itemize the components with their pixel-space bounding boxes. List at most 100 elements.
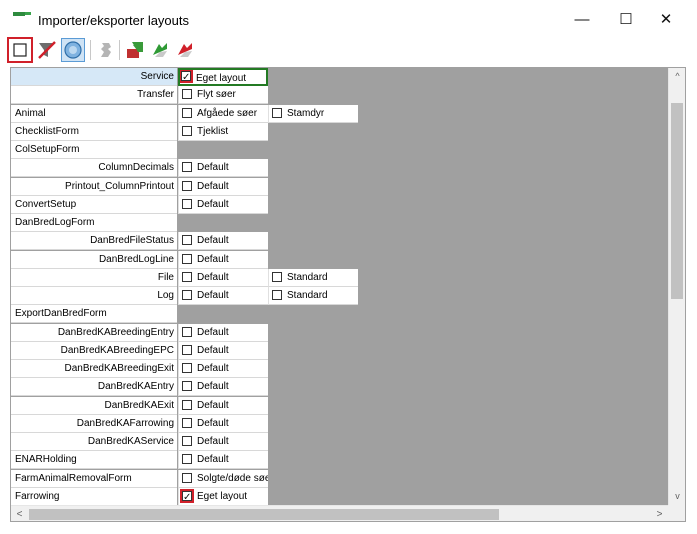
row-name-cell[interactable]: DanBredKAService — [11, 433, 177, 451]
row-name-cell[interactable]: File — [11, 269, 177, 287]
layout-option-cell[interactable]: Tjeklist — [178, 123, 268, 141]
table-row[interactable]: ChecklistForm Tjeklist — [11, 123, 668, 141]
checkbox[interactable] — [182, 400, 192, 410]
horizontal-scrollbar[interactable]: < > — [11, 505, 668, 521]
table-row[interactable]: DanBredKAExit Default — [11, 397, 668, 415]
row-name-cell[interactable]: ConvertSetup — [11, 196, 177, 214]
layout-option-cell[interactable]: Default — [178, 287, 268, 305]
horizontal-scroll-thumb[interactable] — [29, 509, 499, 520]
scroll-left-icon[interactable]: < — [11, 506, 28, 521]
checkbox[interactable] — [182, 199, 192, 209]
table-row[interactable]: Transfer Flyt søer — [11, 86, 668, 104]
table-row[interactable]: Log Default Standard — [11, 287, 668, 305]
scroll-up-icon[interactable]: ^ — [669, 68, 685, 85]
close-button[interactable]: ✕ — [646, 8, 686, 32]
checkbox[interactable] — [272, 290, 282, 300]
checkbox[interactable] — [182, 454, 192, 464]
table-row[interactable]: DanBredKABreedingExit Default — [11, 360, 668, 378]
scroll-right-icon[interactable]: > — [651, 506, 668, 521]
table-row[interactable]: ENARHolding Default — [11, 451, 668, 469]
row-name-cell[interactable]: ColSetupForm — [11, 141, 177, 159]
checkbox[interactable] — [182, 473, 192, 483]
layout-option-cell[interactable]: Default — [178, 269, 268, 287]
layout-option-cell[interactable]: Stamdyr — [268, 105, 358, 123]
checkbox[interactable] — [272, 272, 282, 282]
export-green-button[interactable] — [149, 39, 171, 61]
layout-option-cell[interactable]: Default — [178, 397, 268, 415]
layout-option-cell[interactable]: Default — [178, 451, 268, 469]
row-name-cell[interactable]: FarmAnimalRemovalForm — [11, 470, 177, 488]
row-name-cell[interactable]: DanBredFileStatus — [11, 232, 177, 250]
checkbox[interactable] — [182, 108, 192, 118]
table-row[interactable]: DanBredKAFarrowing Default — [11, 415, 668, 433]
checkbox[interactable] — [272, 108, 282, 118]
layout-option-cell[interactable]: Default — [178, 178, 268, 196]
clear-filter-button[interactable] — [36, 39, 58, 61]
row-name-cell[interactable]: DanBredKABreedingEPC — [11, 342, 177, 360]
table-row[interactable]: ExportDanBredForm — [11, 305, 668, 323]
vertical-scroll-thumb[interactable] — [671, 103, 683, 299]
layout-option-cell[interactable]: Default — [178, 196, 268, 214]
table-row[interactable]: DanBredKABreedingEPC Default — [11, 342, 668, 360]
row-name-cell[interactable]: Transfer — [11, 86, 177, 104]
checkbox[interactable] — [182, 272, 192, 282]
row-name-cell[interactable]: DanBredKAEntry — [11, 378, 177, 396]
table-row[interactable]: FarmAnimalRemovalForm Solgte/døde søer — [11, 470, 668, 488]
checkbox[interactable] — [182, 162, 192, 172]
table-row[interactable]: Farrowing Eget layout — [11, 488, 668, 506]
table-row[interactable]: Animal Afgåede søer Stamdyr — [11, 105, 668, 123]
table-row[interactable]: DanBredKABreedingEntry Default — [11, 324, 668, 342]
row-name-cell[interactable]: Printout_ColumnPrintout — [11, 178, 177, 196]
row-name-cell[interactable]: DanBredLogForm — [11, 214, 177, 232]
import-button[interactable] — [124, 39, 146, 61]
table-row[interactable]: ColumnDecimals Default — [11, 159, 668, 177]
vertical-scrollbar[interactable]: ^ v — [668, 68, 685, 505]
checkbox[interactable] — [182, 89, 192, 99]
layout-option-cell[interactable]: Solgte/døde søer — [178, 470, 268, 488]
row-name-cell[interactable]: Animal — [11, 105, 177, 123]
checkbox[interactable] — [182, 290, 192, 300]
checkbox[interactable] — [182, 254, 192, 264]
layout-option-cell[interactable]: Default — [178, 159, 268, 177]
layout-option-cell[interactable]: Default — [178, 360, 268, 378]
checkbox[interactable] — [182, 126, 192, 136]
layout-option-cell[interactable]: Default — [178, 324, 268, 342]
checkbox[interactable] — [182, 436, 192, 446]
checkbox[interactable] — [182, 381, 192, 391]
checkbox[interactable] — [182, 181, 192, 191]
row-name-cell[interactable]: Farrowing — [11, 488, 177, 506]
layout-option-cell[interactable]: Default — [178, 415, 268, 433]
print-button[interactable] — [95, 39, 117, 61]
table-row[interactable]: DanBredKAEntry Default — [11, 378, 668, 396]
layout-option-cell[interactable]: Default — [178, 378, 268, 396]
checkbox[interactable] — [182, 363, 192, 373]
row-name-cell[interactable]: ExportDanBredForm — [11, 305, 177, 323]
checkbox[interactable] — [182, 418, 192, 428]
layout-option-cell[interactable]: Standard — [268, 287, 358, 305]
row-name-cell[interactable]: DanBredLogLine — [11, 251, 177, 269]
table-row[interactable]: DanBredLogForm — [11, 214, 668, 232]
table-row[interactable]: DanBredLogLine Default — [11, 251, 668, 269]
layout-option-cell[interactable]: Flyt søer — [178, 86, 268, 104]
checkbox[interactable] — [182, 235, 192, 245]
row-name-cell[interactable]: DanBredKABreedingEntry — [11, 324, 177, 342]
layout-option-cell[interactable]: Eget layout — [178, 68, 268, 86]
table-row[interactable]: ColSetupForm — [11, 141, 668, 159]
minimize-button[interactable]: — — [562, 8, 602, 32]
table-row[interactable]: DanBredKAService Default — [11, 433, 668, 451]
row-name-cell[interactable]: Log — [11, 287, 177, 305]
table-row[interactable]: ConvertSetup Default — [11, 196, 668, 214]
table-row[interactable]: Service Eget layout — [11, 68, 668, 86]
table-row[interactable]: File Default Standard — [11, 269, 668, 287]
checkbox[interactable] — [182, 327, 192, 337]
row-name-cell[interactable]: ColumnDecimals — [11, 159, 177, 177]
checkbox[interactable] — [182, 345, 192, 355]
row-name-cell[interactable]: ChecklistForm — [11, 123, 177, 141]
layout-option-cell[interactable]: Eget layout — [178, 488, 268, 506]
row-name-cell[interactable]: DanBredKAExit — [11, 397, 177, 415]
layout-option-cell[interactable]: Default — [178, 433, 268, 451]
table-row[interactable]: DanBredFileStatus Default — [11, 232, 668, 250]
layout-option-cell[interactable]: Default — [178, 251, 268, 269]
maximize-button[interactable]: ☐ — [606, 8, 646, 32]
scroll-down-icon[interactable]: v — [669, 488, 685, 505]
